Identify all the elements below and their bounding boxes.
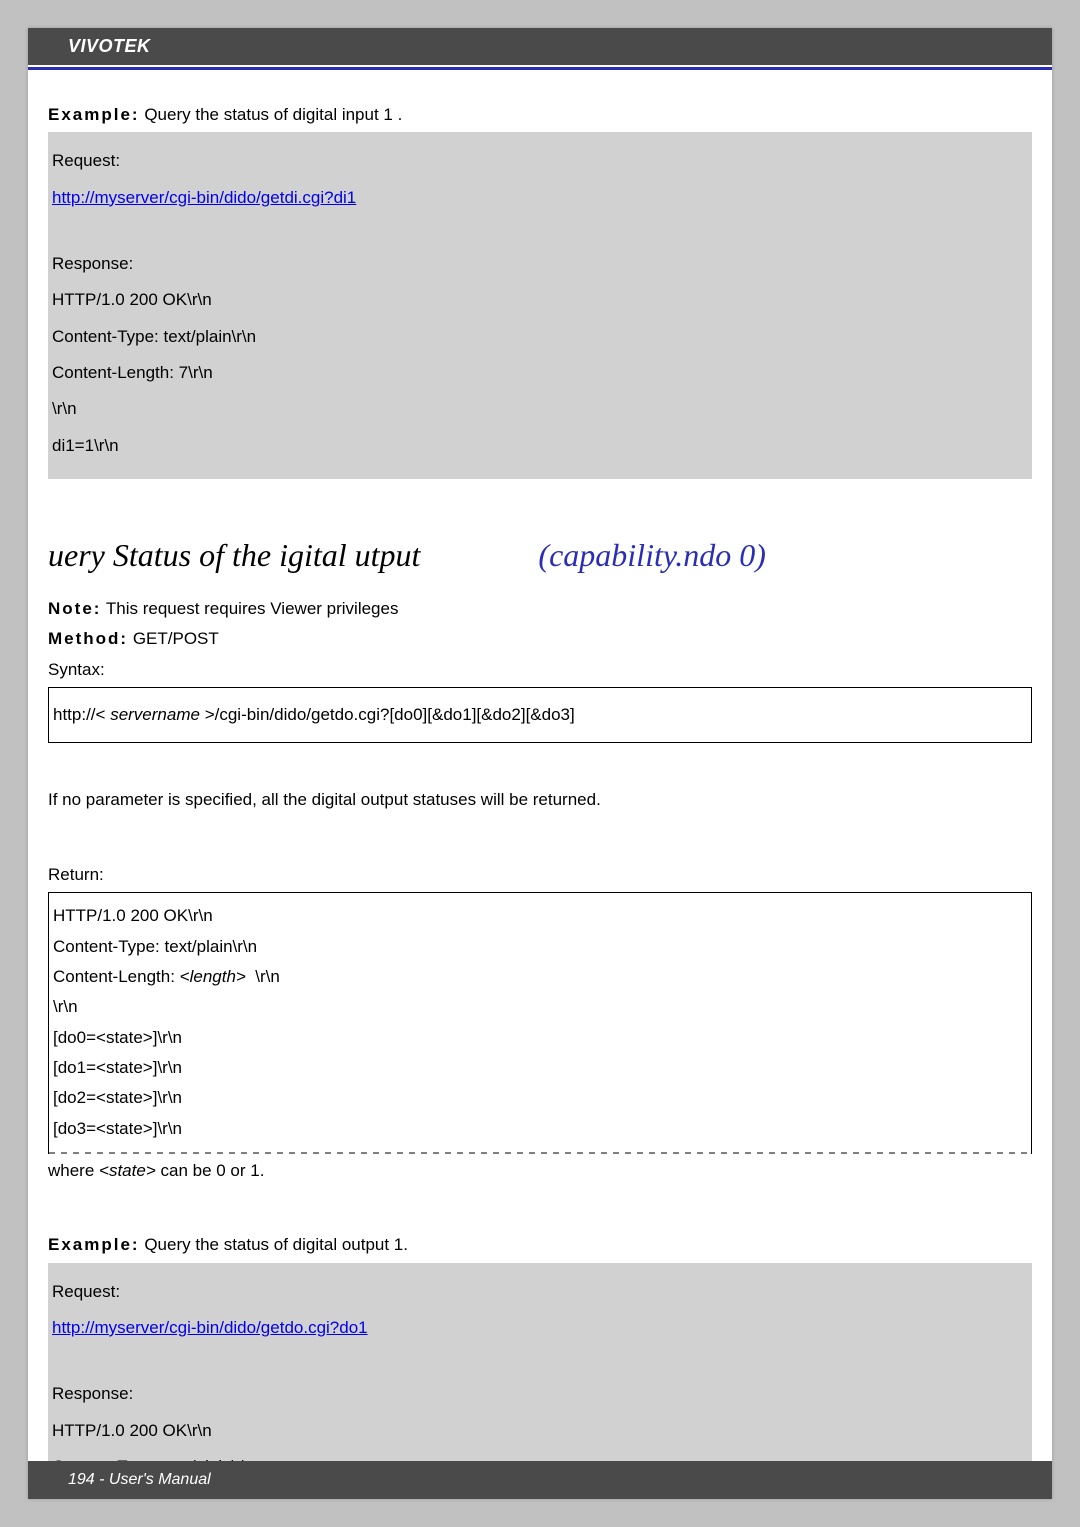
response-line: HTTP/1.0 200 OK\r\n	[52, 287, 1028, 313]
syntax-line: http://< servername >/cgi-bin/dido/getdo…	[53, 702, 1027, 728]
response-line: HTTP/1.0 200 OK\r\n	[52, 1418, 1028, 1444]
example2-desc: Query the status of digital output 1.	[144, 1235, 408, 1254]
page-footer: 194 - User's Manual	[28, 1461, 1052, 1499]
syntax-box: http://< servername >/cgi-bin/dido/getdo…	[48, 687, 1032, 743]
page-content: Example: Query the status of digital inp…	[28, 70, 1052, 1499]
section-title: uery Status of the igital utput	[48, 537, 420, 573]
dashed-border-bottom	[49, 1152, 1031, 1154]
note-text: This request requires Viewer privileges	[106, 599, 399, 618]
note-label: Note:	[48, 599, 101, 618]
syntax-servername: servername	[110, 705, 200, 724]
return-line: Content-Length: <length> \r\n	[53, 964, 1027, 990]
return-label: Return:	[48, 862, 1032, 888]
where-line: where <state> can be 0 or 1.	[48, 1158, 1032, 1184]
request-label: Request:	[52, 148, 1028, 174]
note-line: Note: This request requires Viewer privi…	[48, 596, 1032, 622]
method-label: Method:	[48, 629, 128, 648]
example2-heading: Example: Query the status of digital out…	[48, 1232, 1032, 1258]
section-capability: (capability.ndo 0)	[538, 537, 766, 573]
method-value: GET/POST	[133, 629, 219, 648]
return-line: [do3=<state>]\r\n	[53, 1116, 1027, 1142]
response-line: di1=1\r\n	[52, 433, 1028, 459]
syntax-label: Syntax:	[48, 657, 1032, 683]
return-line: [do2=<state>]\r\n	[53, 1085, 1027, 1111]
return-line: [do0=<state>]\r\n	[53, 1025, 1027, 1051]
response-label: Response:	[52, 1381, 1028, 1407]
response-line: \r\n	[52, 396, 1028, 422]
footer-text: 194 - User's Manual	[68, 1471, 211, 1488]
dashed-border-top	[49, 892, 1031, 893]
example1-heading: Example: Query the status of digital inp…	[48, 102, 1032, 128]
response-line: Content-Type: text/plain\r\n	[52, 324, 1028, 350]
method-line: Method: GET/POST	[48, 626, 1032, 652]
example-label: Example:	[48, 1235, 140, 1254]
no-param-text: If no parameter is specified, all the di…	[48, 787, 1032, 813]
response-label: Response:	[52, 251, 1028, 277]
document-page: VIVOTEK Example: Query the status of dig…	[28, 28, 1052, 1499]
request-label: Request:	[52, 1279, 1028, 1305]
return-line: HTTP/1.0 200 OK\r\n	[53, 903, 1027, 929]
example1-block: Request: http://myserver/cgi-bin/dido/ge…	[48, 132, 1032, 479]
example1-desc: Query the status of digital input 1 .	[144, 105, 402, 124]
return-line: Content-Type: text/plain\r\n	[53, 934, 1027, 960]
example1-request-url[interactable]: http://myserver/cgi-bin/dido/getdi.cgi?d…	[52, 188, 356, 207]
example-label: Example:	[48, 105, 140, 124]
return-box: HTTP/1.0 200 OK\r\n Content-Type: text/p…	[48, 892, 1032, 1154]
brand-name: VIVOTEK	[68, 36, 151, 56]
return-line: [do1=<state>]\r\n	[53, 1055, 1027, 1081]
response-line: Content-Length: 7\r\n	[52, 360, 1028, 386]
brand-header: VIVOTEK	[28, 28, 1052, 65]
section-heading: uery Status of the igital utput (capabil…	[48, 537, 1032, 574]
example2-request-url[interactable]: http://myserver/cgi-bin/dido/getdo.cgi?d…	[52, 1318, 368, 1337]
return-line: \r\n	[53, 994, 1027, 1020]
